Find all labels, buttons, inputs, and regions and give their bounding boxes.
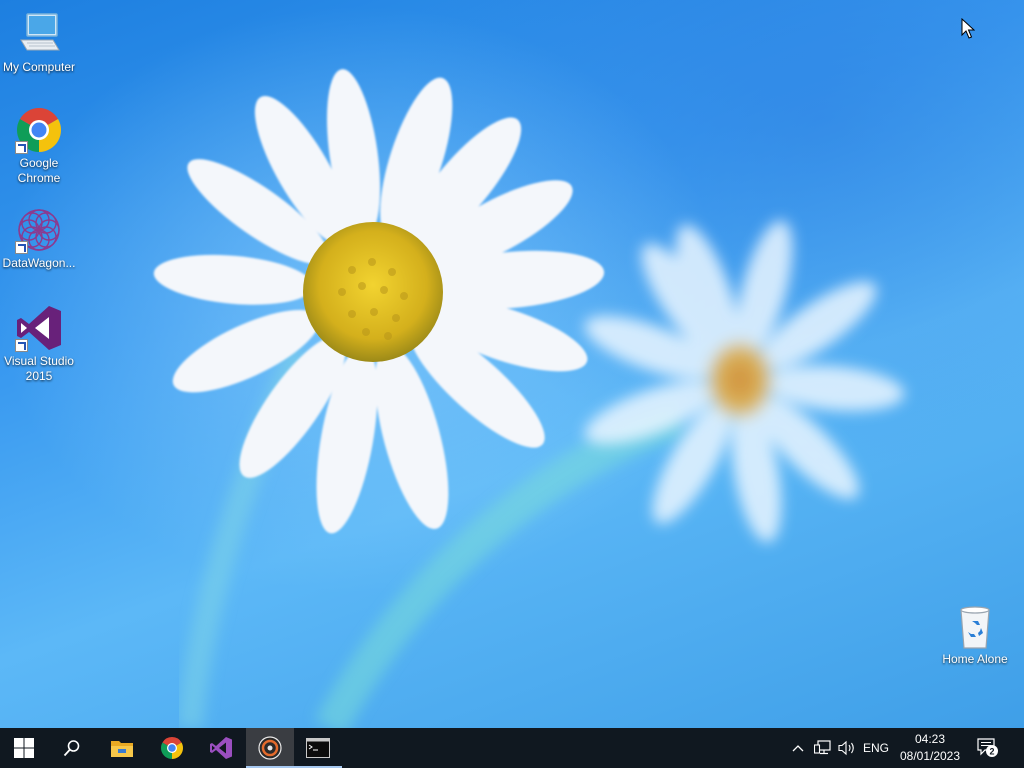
taskbar-google-chrome[interactable] — [148, 728, 196, 768]
datawagon-icon — [15, 206, 63, 254]
wallpaper-daisy-image — [153, 69, 905, 728]
chrome-icon — [161, 737, 183, 759]
taskbar-file-explorer[interactable] — [98, 728, 146, 768]
desktop-icon-my-computer[interactable]: My Computer — [0, 10, 78, 75]
computer-icon — [15, 10, 63, 58]
language-label: ENG — [862, 741, 889, 755]
mouse-cursor-icon — [961, 18, 975, 39]
taskbar: ENG 04:23 08/01/2023 2 — [0, 728, 1024, 768]
visual-studio-icon — [15, 304, 63, 352]
search-icon — [63, 740, 80, 757]
desktop-icon-label: My Computer — [2, 60, 76, 74]
shortcut-arrow-icon — [15, 141, 28, 154]
shortcut-arrow-icon — [15, 241, 28, 254]
taskbar-media-app[interactable] — [246, 728, 294, 768]
desktop-icon-label: Google Chrome — [17, 156, 61, 185]
show-hidden-icons-button[interactable] — [788, 728, 808, 768]
windows-logo-icon — [14, 738, 34, 758]
folder-icon — [111, 741, 133, 757]
shortcut-arrow-icon — [15, 339, 28, 352]
desktop-icon-google-chrome[interactable]: Google Chrome — [0, 106, 78, 186]
desktop-icon-recycle-bin[interactable]: Home Alone — [936, 602, 1014, 667]
disc-icon — [258, 736, 282, 760]
desktop[interactable]: My Computer Google Chrome DataWagon... V… — [0, 0, 1024, 728]
recycle-bin-icon — [951, 602, 999, 650]
desktop-icon-visual-studio[interactable]: Visual Studio 2015 — [0, 304, 78, 384]
language-indicator[interactable]: ENG — [860, 728, 892, 768]
chrome-icon — [15, 106, 63, 154]
search-button[interactable] — [48, 728, 96, 768]
chevron-up-icon — [792, 745, 804, 752]
clock[interactable]: 04:23 08/01/2023 — [894, 731, 966, 765]
clock-time: 04:23 — [914, 732, 946, 746]
notification-count-badge: 2 — [989, 747, 994, 757]
desktop-icon-label: Home Alone — [942, 652, 1008, 666]
desktop-icon-label: Visual Studio 2015 — [4, 354, 74, 383]
taskbar-command-prompt[interactable] — [294, 728, 342, 768]
action-center-button[interactable]: 2 — [972, 728, 1004, 768]
taskbar-visual-studio[interactable] — [197, 728, 245, 768]
terminal-icon — [306, 738, 330, 758]
clock-date: 08/01/2023 — [899, 749, 961, 763]
notification-icon: 2 — [977, 738, 998, 757]
volume-icon — [838, 740, 854, 756]
start-button[interactable] — [0, 728, 48, 768]
network-icon — [814, 740, 831, 755]
volume-button[interactable] — [836, 728, 858, 768]
network-button[interactable] — [810, 728, 836, 768]
visual-studio-icon — [210, 737, 232, 759]
desktop-icon-label: DataWagon... — [2, 256, 76, 270]
desktop-icon-datawagon[interactable]: DataWagon... — [0, 206, 78, 271]
